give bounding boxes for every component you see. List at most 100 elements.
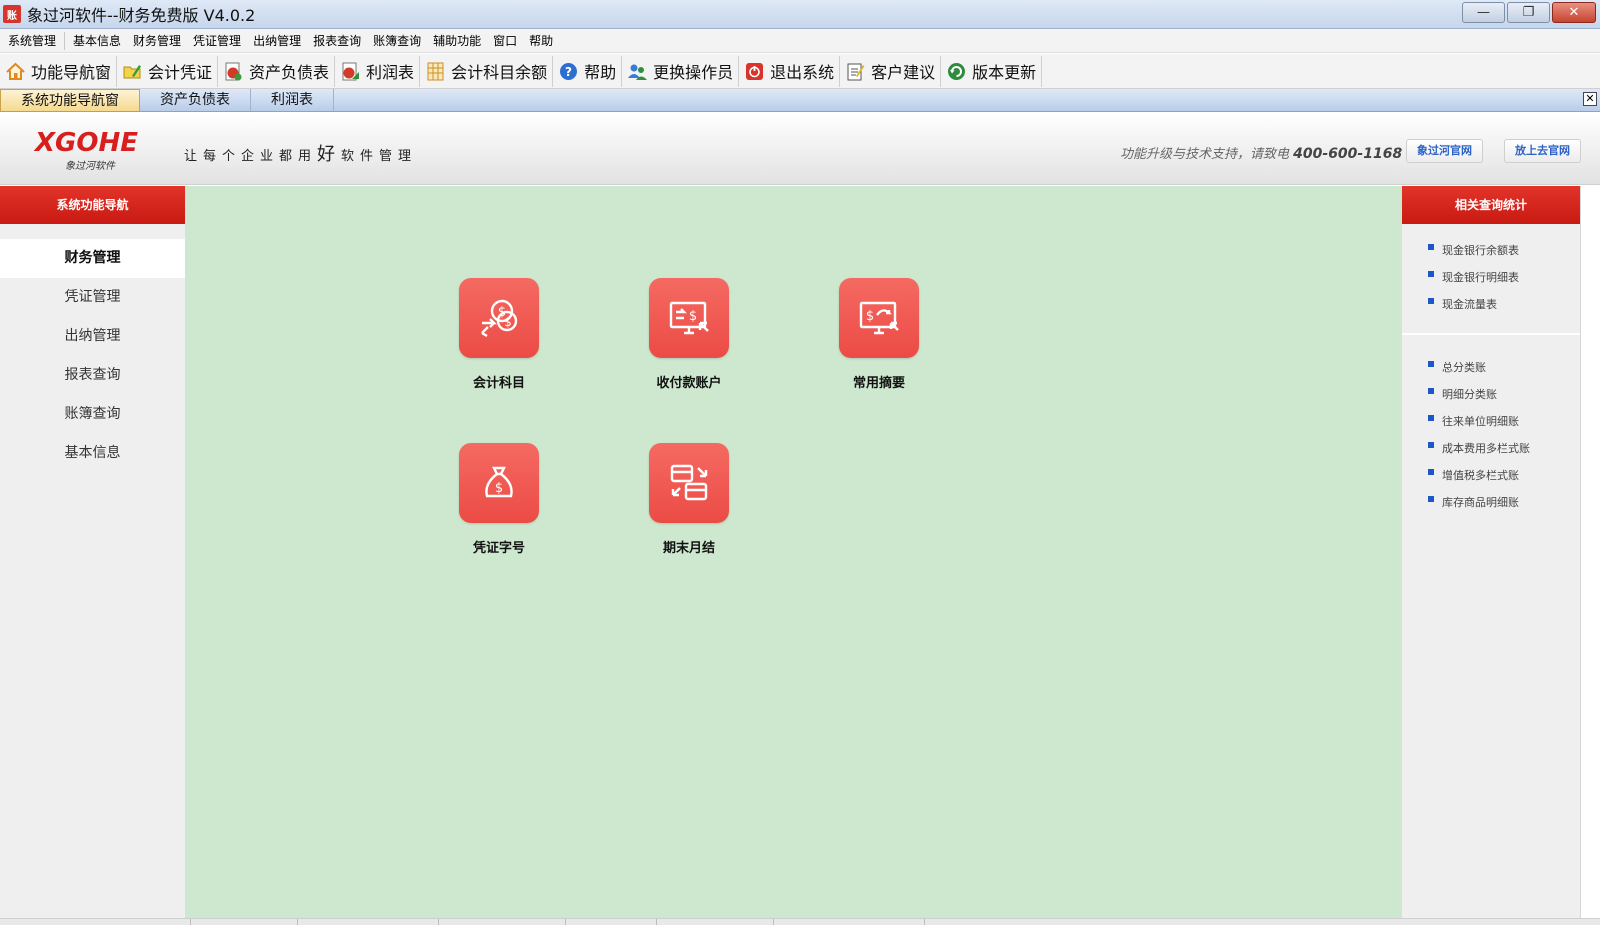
menu-voucher[interactable]: 凭证管理	[187, 29, 247, 53]
nav-item-reports[interactable]: 报表查询	[0, 356, 185, 395]
logo-text: XGOHE	[35, 128, 139, 158]
nav-item-finance[interactable]: 财务管理	[0, 239, 185, 278]
status-bar	[0, 918, 1600, 925]
toolbar-label: 客户建议	[871, 63, 936, 82]
link-vat-multicolumn[interactable]: 增值税多栏式账	[1402, 461, 1580, 488]
toolbar-balance-sheet-button[interactable]: 资产负债表	[218, 55, 336, 87]
link-label: 增值税多栏式账	[1442, 468, 1519, 482]
nav-item-cashier[interactable]: 出纳管理	[0, 317, 185, 356]
note-icon	[845, 61, 866, 82]
menu-separator	[64, 31, 66, 50]
nav-item-ledger[interactable]: 账簿查询	[0, 395, 185, 434]
toolbar-help-button[interactable]: ? 帮助	[553, 55, 623, 87]
link-label: 总分类账	[1442, 360, 1486, 374]
app-logo-icon: 账	[3, 5, 21, 23]
toolbar-update-button[interactable]: 版本更新	[941, 55, 1043, 87]
nav-item-basic-info[interactable]: 基本信息	[0, 434, 185, 473]
ledger-icon	[425, 61, 446, 82]
link-detail-ledger[interactable]: 明细分类账	[1402, 380, 1580, 407]
slogan-pre: 让每个企业都用	[184, 149, 318, 164]
right-panel-title: 相关查询统计	[1402, 186, 1580, 224]
bullet-icon	[1428, 414, 1434, 421]
help-icon: ?	[558, 61, 579, 82]
tab-income-statement[interactable]: 利润表	[251, 89, 334, 111]
nav-item-voucher[interactable]: 凭证管理	[0, 278, 185, 317]
tile-accounting-subjects[interactable]: $ $ 会计科目	[439, 278, 559, 391]
menu-cashier[interactable]: 出纳管理	[247, 29, 307, 53]
status-segment	[191, 919, 298, 925]
menu-finance[interactable]: 财务管理	[127, 29, 187, 53]
tab-nav-window[interactable]: 系统功能导航窗	[0, 89, 140, 111]
tile-label: 凭证字号	[472, 541, 525, 556]
tile-period-close[interactable]: 期末月结	[629, 443, 749, 556]
minimize-button[interactable]: —	[1462, 2, 1505, 23]
tile-label: 期末月结	[662, 541, 715, 556]
toolbar-income-statement-button[interactable]: 利润表	[335, 55, 421, 87]
menu-basic-info[interactable]: 基本信息	[67, 29, 127, 53]
link-group-cash: 现金银行余额表 现金银行明细表 现金流量表	[1402, 224, 1580, 335]
monitor-transfer-icon: $	[649, 278, 729, 358]
left-panel-title: 系统功能导航	[0, 186, 185, 224]
link-cash-flow[interactable]: 现金流量表	[1402, 290, 1580, 317]
menu-window[interactable]: 窗口	[487, 29, 523, 53]
status-segment	[657, 919, 774, 925]
link-general-ledger[interactable]: 总分类账	[1402, 353, 1580, 380]
restore-button[interactable]: ❐	[1507, 2, 1550, 23]
link-inventory-detail[interactable]: 库存商品明细账	[1402, 488, 1580, 515]
link-label: 现金银行明细表	[1442, 270, 1519, 284]
toolbar-account-balance-button[interactable]: 会计科目余额	[420, 55, 554, 87]
svg-text:$: $	[866, 309, 874, 324]
link-cost-multicolumn[interactable]: 成本费用多栏式账	[1402, 434, 1580, 461]
tile-common-summary[interactable]: $ 常用摘要	[819, 278, 939, 391]
users-icon	[627, 61, 648, 82]
window-controls: — ❐ ✕	[1462, 2, 1596, 23]
link-label: 明细分类账	[1442, 387, 1497, 401]
svg-text:$: $	[689, 309, 697, 324]
support-text: 功能升级与技术支持，请致电	[1120, 147, 1290, 162]
logo-subtitle: 象过河软件	[65, 161, 115, 172]
menu-system[interactable]: 系统管理	[2, 29, 62, 53]
toolbar-nav-window-button[interactable]: 功能导航窗	[0, 55, 118, 87]
support-info: 功能升级与技术支持，请致电 400-600-1168	[1120, 143, 1402, 162]
status-segment	[439, 919, 566, 925]
toolbar: 功能导航窗 会计凭证 资产负债表 利润表 会计科目余额 ? 帮助 更换操作员 退…	[0, 54, 1600, 89]
go-official-site-button[interactable]: 放上去官网	[1504, 139, 1581, 163]
support-phone: 400-600-1168	[1293, 146, 1403, 162]
link-group-ledgers: 总分类账 明细分类账 往来单位明细账 成本费用多栏式账 增值税多栏式账 库存商品…	[1402, 335, 1580, 525]
toolbar-label: 利润表	[366, 63, 415, 82]
folder-pen-icon	[122, 61, 143, 82]
status-segment	[298, 919, 439, 925]
link-cash-bank-detail[interactable]: 现金银行明细表	[1402, 263, 1580, 290]
link-cash-bank-balance[interactable]: 现金银行余额表	[1402, 236, 1580, 263]
link-label: 现金流量表	[1442, 297, 1497, 311]
svg-text:$: $	[504, 315, 512, 329]
left-nav-list: 财务管理 凭证管理 出纳管理 报表查询 账簿查询 基本信息	[0, 239, 185, 473]
toolbar-label: 会计科目余额	[451, 63, 548, 82]
toolbar-exit-button[interactable]: 退出系统	[739, 55, 841, 87]
link-label: 往来单位明细账	[1442, 414, 1519, 428]
toolbar-label: 版本更新	[972, 63, 1037, 82]
menu-reports[interactable]: 报表查询	[307, 29, 367, 53]
tile-voucher-word[interactable]: $ 凭证字号	[439, 443, 559, 556]
slogan: 让每个企业都用好软件管理	[184, 140, 417, 166]
tile-label: 常用摘要	[852, 376, 905, 391]
tab-close-button[interactable]: ✕	[1583, 92, 1597, 106]
profit-icon	[340, 61, 361, 82]
tab-balance-sheet[interactable]: 资产负债表	[140, 89, 251, 111]
menu-bar: 系统管理 基本信息 财务管理 凭证管理 出纳管理 报表查询 账簿查询 辅助功能 …	[0, 29, 1600, 53]
official-site-button[interactable]: 象过河官网	[1406, 139, 1483, 163]
menu-ledger[interactable]: 账簿查询	[367, 29, 427, 53]
menu-aux[interactable]: 辅助功能	[427, 29, 487, 53]
link-label: 现金银行余额表	[1442, 243, 1519, 257]
tile-payment-accounts[interactable]: $ 收付款账户	[629, 278, 749, 391]
svg-text:?: ?	[565, 65, 572, 79]
banner: XGOHE 象过河软件 让每个企业都用好软件管理 功能升级与技术支持，请致电 4…	[0, 113, 1600, 185]
close-button[interactable]: ✕	[1552, 2, 1596, 23]
bullet-icon	[1428, 360, 1434, 367]
link-partner-detail[interactable]: 往来单位明细账	[1402, 407, 1580, 434]
menu-help[interactable]: 帮助	[523, 29, 559, 53]
bullet-icon	[1428, 270, 1434, 277]
toolbar-switch-operator-button[interactable]: 更换操作员	[622, 55, 740, 87]
toolbar-feedback-button[interactable]: 客户建议	[840, 55, 942, 87]
toolbar-voucher-button[interactable]: 会计凭证	[117, 55, 219, 87]
